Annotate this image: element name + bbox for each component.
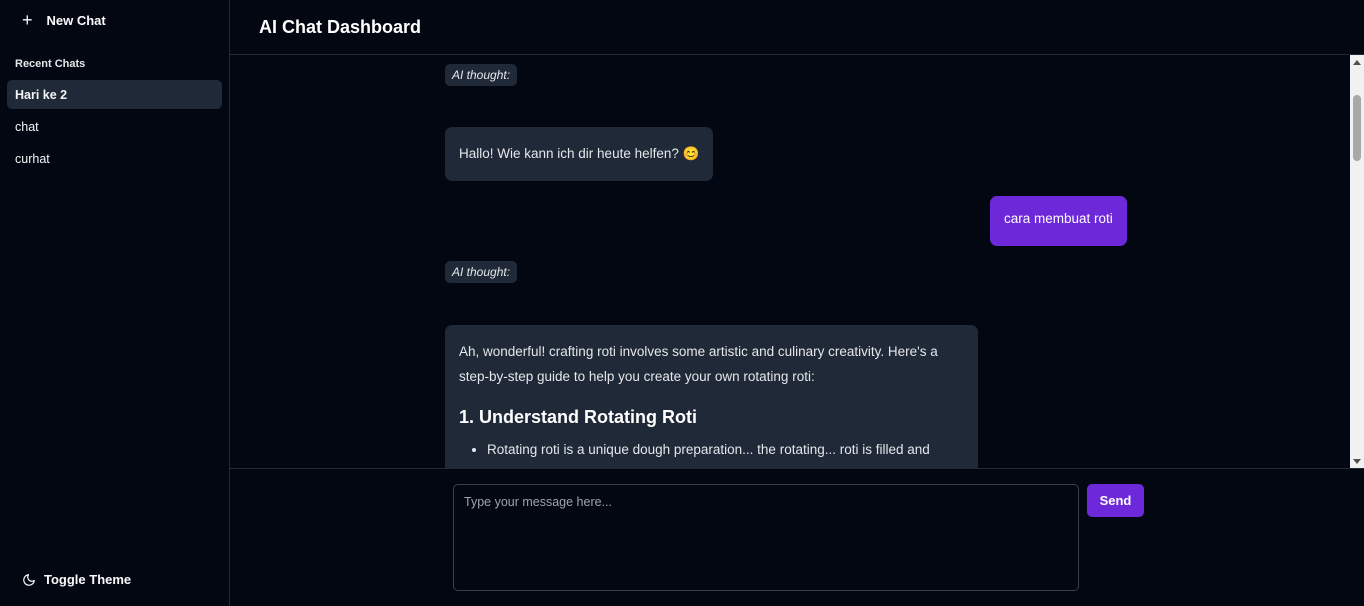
- ai-message-paragraph: Ah, wonderful! crafting roti involves so…: [459, 344, 938, 384]
- recent-chats-title: Recent Chats: [15, 58, 86, 70]
- header: AI Chat Dashboard: [230, 0, 1364, 55]
- toggle-theme-label: Toggle Theme: [44, 572, 132, 587]
- new-chat-button[interactable]: + New Chat: [22, 11, 106, 29]
- ai-thought-badge[interactable]: AI thought:: [445, 261, 518, 283]
- moon-icon: [23, 573, 35, 586]
- scrollbar-thumb[interactable]: [1353, 95, 1361, 161]
- composer: Send: [230, 468, 1364, 606]
- chat-item-curhat[interactable]: curhat: [7, 144, 222, 173]
- scroll-down-icon[interactable]: [1353, 459, 1361, 464]
- user-message-text: cara membuat roti: [1004, 211, 1113, 226]
- chat-item-chat[interactable]: chat: [7, 112, 222, 141]
- sidebar: + New Chat Recent Chats Hari ke 2 chat c…: [0, 0, 230, 606]
- new-chat-label: New Chat: [46, 12, 106, 28]
- send-button[interactable]: Send: [1087, 484, 1144, 517]
- scroll-up-icon[interactable]: [1353, 60, 1361, 65]
- chat-item-hari-ke-2[interactable]: Hari ke 2: [7, 80, 222, 109]
- chat-list: Hari ke 2 chat curhat: [7, 80, 222, 176]
- ai-message-heading: 1. Understand Rotating Roti: [459, 407, 697, 427]
- ai-message-list: Rotating roti is a unique dough preparat…: [459, 437, 964, 462]
- list-item: Rotating roti is a unique dough preparat…: [487, 437, 964, 462]
- page-title: AI Chat Dashboard: [259, 16, 422, 37]
- user-message: cara membuat roti: [990, 196, 1127, 246]
- message-input[interactable]: [453, 484, 1079, 591]
- message-scrollbar[interactable]: [1350, 55, 1364, 469]
- ai-message: Ah, wonderful! crafting roti involves so…: [445, 325, 978, 469]
- ai-thought-badge[interactable]: AI thought:: [445, 64, 518, 86]
- toggle-theme-button[interactable]: Toggle Theme: [22, 572, 131, 587]
- message-list[interactable]: AI thought: Hallo! Wie kann ich dir heut…: [230, 55, 1364, 469]
- ai-message: Hallo! Wie kann ich dir heute helfen? 😊: [445, 127, 714, 181]
- ai-message-text: Hallo! Wie kann ich dir heute helfen? 😊: [459, 146, 700, 161]
- plus-icon: +: [22, 10, 33, 30]
- main-panel: AI Chat Dashboard AI thought: Hallo! Wie…: [230, 0, 1364, 606]
- app: + New Chat Recent Chats Hari ke 2 chat c…: [0, 0, 1364, 606]
